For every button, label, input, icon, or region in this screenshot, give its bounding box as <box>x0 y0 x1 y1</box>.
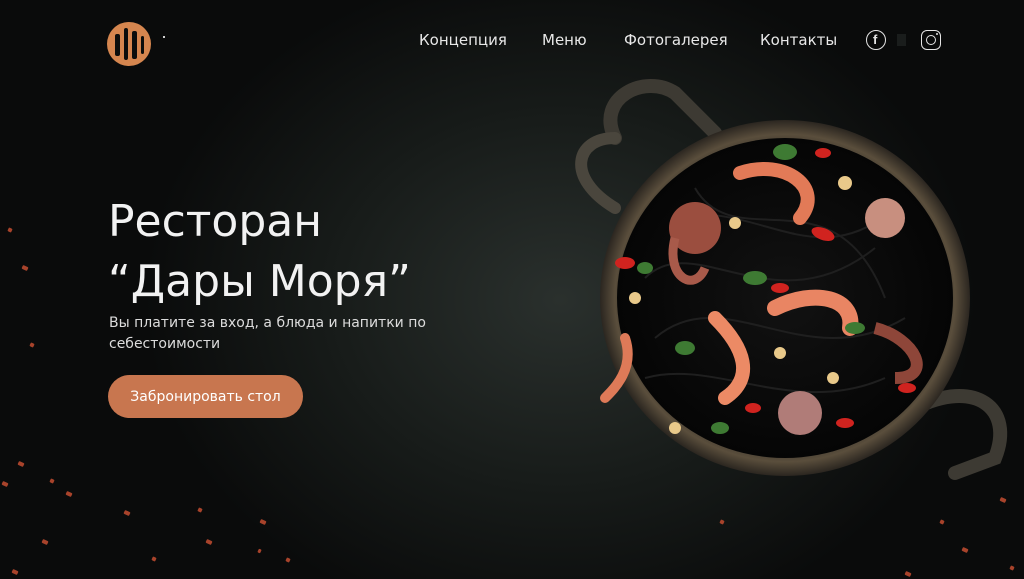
nav-gallery[interactable]: Фотогалерея <box>624 31 728 49</box>
nav-contacts[interactable]: Контакты <box>760 31 837 49</box>
hero-title-line1: Ресторан <box>108 196 323 247</box>
instagram-icon[interactable] <box>921 30 941 50</box>
hero-subtitle: Вы платите за вход, а блюда и напитки по… <box>109 315 426 352</box>
book-table-button[interactable]: Забронировать стол <box>108 375 303 418</box>
logo-dot <box>163 36 165 38</box>
nav-menu[interactable]: Меню <box>542 31 587 49</box>
restaurant-logo-icon[interactable] <box>107 22 151 66</box>
seafood-pasta-pan-image <box>575 78 1008 480</box>
hero-title: Ресторан “Дары Моря” <box>108 192 468 312</box>
social-divider <box>897 34 906 46</box>
facebook-icon[interactable]: f <box>866 30 886 50</box>
hero-title-line2: “Дары Моря” <box>108 256 411 307</box>
nav-concept[interactable]: Концепция <box>419 31 507 49</box>
site-header: Концепция Меню Фотогалерея Контакты f <box>0 0 1024 80</box>
